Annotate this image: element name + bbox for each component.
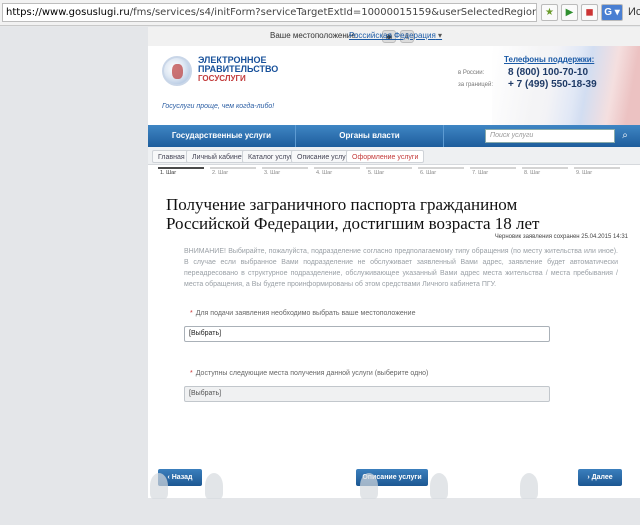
breadcrumb-home[interactable]: Главная [152, 150, 191, 163]
page-title: Получение заграничного паспорта граждани… [166, 195, 540, 233]
gosuslugi-logo-icon[interactable] [162, 56, 192, 86]
step-progress: 1. Шаг 2. Шаг 3. Шаг 4. Шаг 5. Шаг 6. Ша… [158, 167, 628, 179]
step-6: 6. Шаг [418, 167, 464, 179]
step-9: 9. Шаг [574, 167, 620, 179]
figure-icon [430, 473, 448, 499]
step-7: 7. Шаг [470, 167, 516, 179]
phone-russia: в России: 8 (800) 100-70-10 [458, 67, 588, 78]
breadcrumb-current: Оформление услуги [346, 150, 425, 163]
figure-icon [360, 473, 378, 499]
location-label: Ваше местоположение: [270, 31, 358, 40]
location-field-label: * Для подачи заявления необходимо выбрать… [190, 310, 415, 317]
notice-text: ВНИМАНИЕ! Выбирайте, пожалуйста, подразд… [184, 248, 618, 288]
step-1: 1. Шаг [158, 167, 204, 179]
places-select[interactable]: [Выбрать] [184, 386, 550, 402]
draft-saved-status: Черновик заявления сохранен 25.04.2015 1… [494, 234, 628, 240]
phone-label: за границей: [458, 82, 494, 88]
tagline: Госуслуги проще, чем когда-либо! [162, 103, 275, 110]
play-icon[interactable]: ▶ [561, 4, 578, 21]
logo-line-3: ГОСУСЛУГИ [198, 74, 246, 83]
label-text: Для подачи заявления необходимо выбрать … [195, 310, 416, 317]
footer-decoration [0, 471, 640, 525]
form-card: 1. Шаг 2. Шаг 3. Шаг 4. Шаг 5. Шаг 6. Ша… [148, 165, 640, 498]
step-2: 2. Шаг [210, 167, 256, 179]
browser-toolbar: https://www.gosuslugi.ru/fms/services/s4… [0, 0, 640, 26]
figure-icon [520, 473, 538, 499]
step-4: 4. Шаг [314, 167, 360, 179]
nav-authorities[interactable]: Органы власти [296, 125, 444, 147]
google-plus-button[interactable]: G ▾ [601, 4, 623, 21]
phone-number: + 7 (499) 550-18-39 [508, 79, 597, 90]
profile-label[interactable]: Ис [628, 6, 640, 18]
breadcrumb: Главная Личный кабинет Каталог услуг Опи… [148, 147, 640, 165]
site-header: ЭЛЕКТРОННОЕ ПРАВИТЕЛЬСТВО ГОСУСЛУГИ Госу… [148, 46, 640, 125]
breadcrumb-catalog[interactable]: Каталог услуг [242, 150, 299, 163]
location-select[interactable]: [Выбрать] [184, 326, 550, 342]
phone-abroad: за границей: + 7 (499) 550-18-39 [458, 79, 597, 90]
extension-icon[interactable]: ◼ [581, 4, 598, 21]
location-dropdown[interactable]: Российская Федерация [349, 31, 442, 40]
main-nav: Государственные услуги Органы власти Пои… [148, 125, 640, 147]
nav-gov-services[interactable]: Государственные услуги [148, 125, 296, 147]
breadcrumb-cabinet[interactable]: Личный кабинет [186, 150, 251, 163]
address-bar[interactable]: https://www.gosuslugi.ru/fms/services/s4… [2, 3, 537, 22]
support-phones-link[interactable]: Телефоны поддержки: [504, 55, 594, 64]
required-mark: * [190, 370, 193, 377]
places-field-label: * Доступны следующие места получения данн… [190, 370, 428, 377]
search-icon[interactable]: ⌕ [618, 129, 632, 143]
phone-number: 8 (800) 100-70-10 [508, 67, 589, 78]
step-8: 8. Шаг [522, 167, 568, 179]
step-3: 3. Шаг [262, 167, 308, 179]
phone-label: в России: [458, 70, 485, 76]
figure-icon [205, 473, 223, 499]
label-text: Доступны следующие места получения данно… [195, 370, 429, 377]
page: ◉ i Ваше местоположение: Российская Феде… [0, 27, 640, 525]
url-host: https://www.gosuslugi.ru [6, 7, 130, 18]
bookmark-star-icon[interactable]: ★ [541, 4, 558, 21]
url-path: /fms/services/s4/initForm?serviceTargetE… [129, 7, 537, 18]
logo-line-2: ПРАВИТЕЛЬСТВО [198, 64, 279, 74]
emblem-icon [150, 473, 168, 499]
step-5: 5. Шаг [366, 167, 412, 179]
required-mark: * [190, 310, 193, 317]
search-input[interactable]: Поиск услуги [485, 129, 615, 143]
